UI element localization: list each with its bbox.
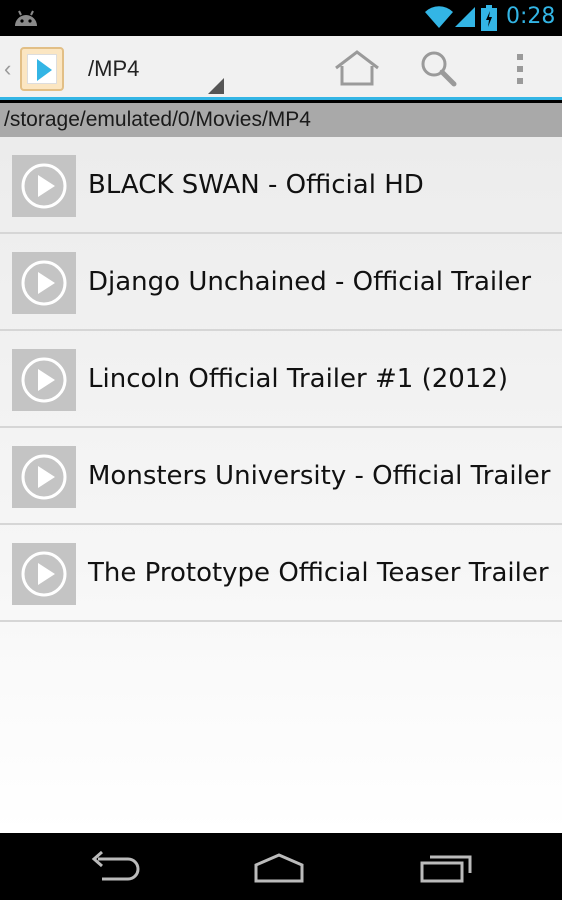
file-name: Lincoln Official Trailer #1 (2012) (88, 364, 509, 394)
current-directory-title[interactable]: /MP4 (88, 56, 139, 82)
battery-icon (481, 5, 497, 31)
home-nav-icon[interactable] (244, 845, 314, 889)
file-name: Django Unchained - Official Trailer (88, 267, 532, 297)
overflow-menu-icon[interactable] (500, 48, 550, 90)
up-caret-icon[interactable]: ‹ (4, 56, 11, 82)
status-bar: 0:28 (0, 0, 562, 36)
list-item[interactable]: Monsters University - Official Trailer (0, 428, 562, 525)
search-icon[interactable] (414, 48, 464, 90)
signal-icon (455, 7, 475, 27)
file-name: The Prototype Official Teaser Trailer (88, 558, 549, 588)
list-item[interactable]: Lincoln Official Trailer #1 (2012) (0, 331, 562, 428)
file-list: BLACK SWAN - Official HD Django Unchaine… (0, 137, 562, 833)
system-nav-bar (0, 833, 562, 900)
home-icon[interactable] (332, 48, 382, 90)
video-thumbnail-icon (12, 446, 76, 508)
spinner-indicator-icon[interactable] (208, 78, 224, 94)
list-item[interactable]: BLACK SWAN - Official HD (0, 137, 562, 234)
recents-icon[interactable] (412, 845, 482, 889)
android-icon (15, 10, 37, 26)
video-thumbnail-icon (12, 543, 76, 605)
video-thumbnail-icon (12, 349, 76, 411)
path-breadcrumb: /storage/emulated/0/Movies/MP4 (0, 103, 562, 137)
video-player-app-icon[interactable] (20, 47, 64, 91)
video-thumbnail-icon (12, 252, 76, 314)
back-icon[interactable] (82, 845, 152, 889)
video-thumbnail-icon (12, 155, 76, 217)
action-bar: ‹ /MP4 (0, 36, 562, 100)
list-item[interactable]: Django Unchained - Official Trailer (0, 234, 562, 331)
file-name: BLACK SWAN - Official HD (88, 170, 424, 200)
wifi-icon (425, 6, 453, 29)
file-name: Monsters University - Official Trailer (88, 461, 551, 491)
status-clock: 0:28 (506, 4, 556, 29)
list-item[interactable]: The Prototype Official Teaser Trailer (0, 525, 562, 622)
current-path: /storage/emulated/0/Movies/MP4 (4, 108, 311, 131)
